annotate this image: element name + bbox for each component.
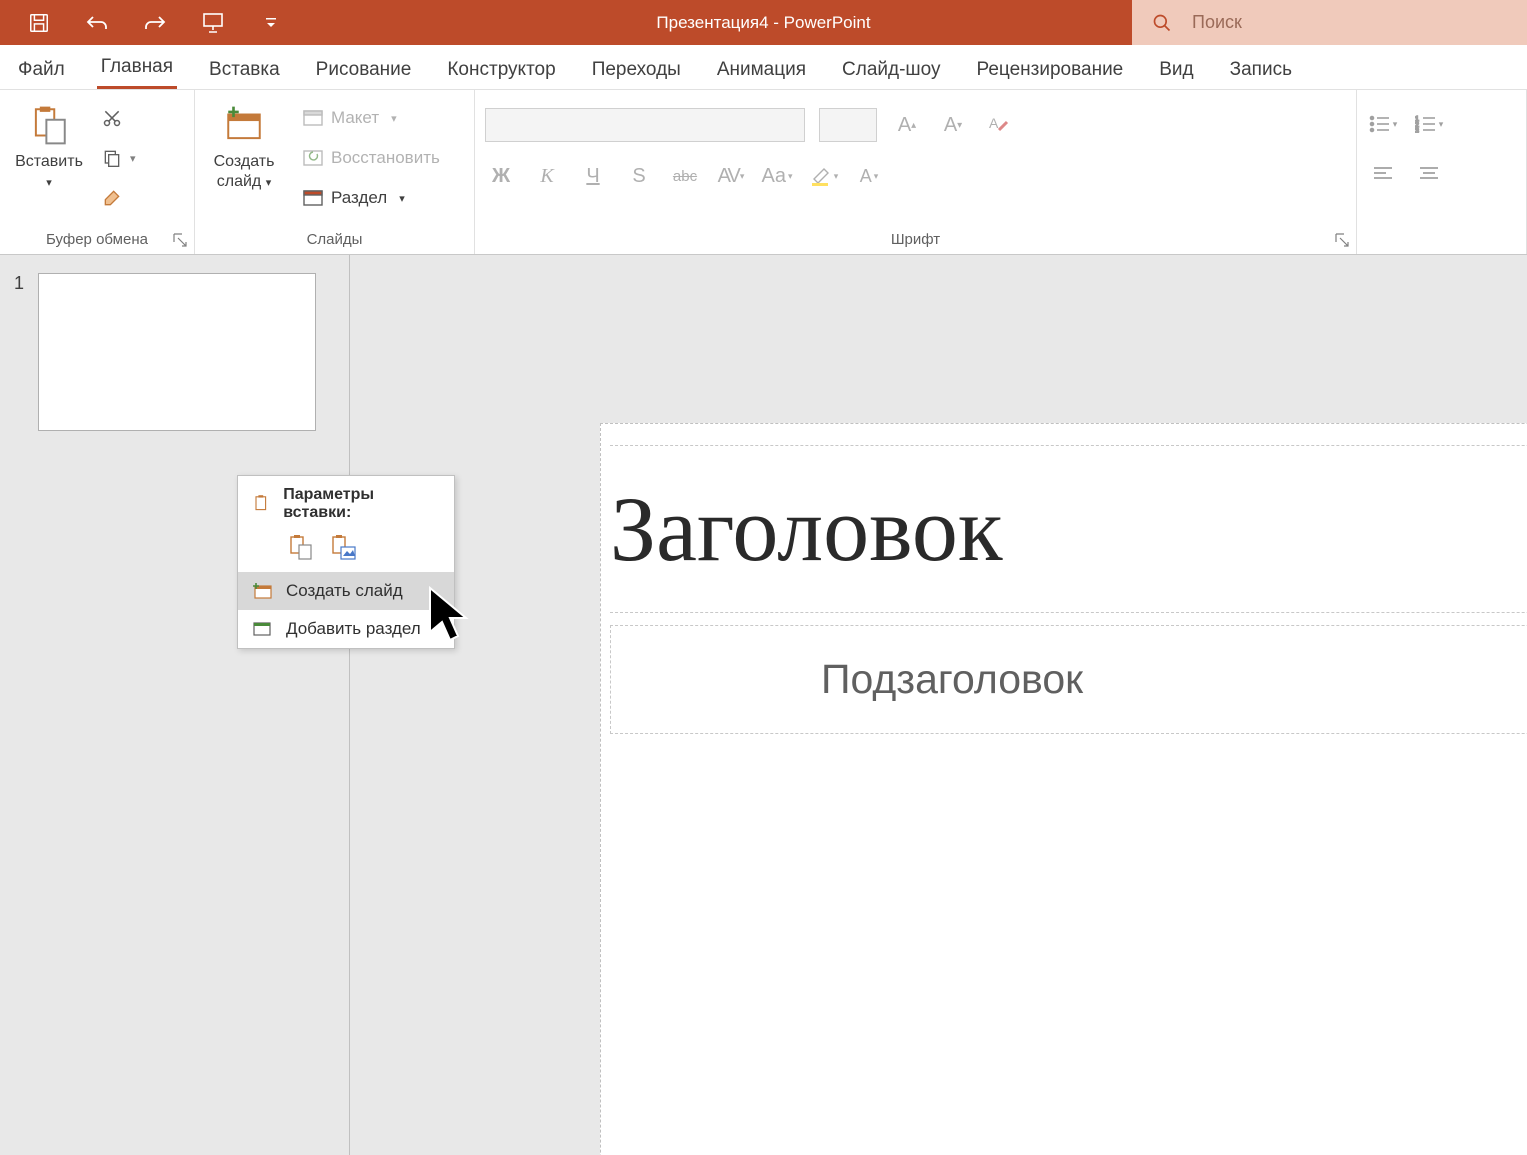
context-menu: Параметры вставки: Создать слайд Добавит… (237, 475, 455, 649)
search-input[interactable] (1192, 12, 1492, 33)
shadow-button[interactable]: S (623, 160, 655, 192)
tab-insert[interactable]: Вставка (205, 49, 284, 89)
brush-icon (102, 188, 122, 208)
align-center-icon (1419, 166, 1439, 182)
tab-slideshow[interactable]: Слайд-шоу (838, 49, 945, 89)
numbering-button[interactable]: 123▾ (1413, 108, 1445, 140)
new-slide-button[interactable]: Создать слайд ▾ (205, 96, 283, 192)
group-label: Слайды (205, 228, 464, 252)
bullets-icon (1369, 115, 1391, 133)
context-add-section[interactable]: Добавить раздел (238, 610, 454, 648)
change-case-button[interactable]: Aa▾ (761, 160, 793, 192)
group-label: Буфер обмена (10, 228, 184, 252)
quick-access-toolbar (0, 8, 286, 38)
font-name-select[interactable] (485, 108, 805, 142)
slide-number: 1 (14, 273, 24, 431)
font-color-button[interactable]: A▾ (853, 160, 885, 192)
highlight-button[interactable]: ▾ (807, 160, 839, 192)
new-slide-icon (223, 104, 265, 146)
copy-icon (102, 148, 122, 168)
tab-draw[interactable]: Рисование (312, 49, 416, 89)
section-icon (303, 190, 323, 206)
clear-format-button[interactable]: A (983, 109, 1015, 141)
undo-icon[interactable] (82, 8, 112, 38)
thumbnail-row[interactable]: 1 (14, 273, 335, 431)
align-center-button[interactable] (1413, 158, 1445, 190)
slide-thumbnails-panel[interactable]: 1 (0, 255, 350, 1155)
ribbon: Вставить▾ ▾ Буфер обмена Созд (0, 90, 1527, 255)
underline-button[interactable]: Ч (577, 160, 609, 192)
char-spacing-button[interactable]: AV▾ (715, 160, 747, 192)
paste-option-picture[interactable] (330, 534, 358, 562)
decrease-font-button[interactable]: A▾ (937, 109, 969, 141)
reset-button[interactable]: Восстановить (297, 142, 446, 174)
font-size-select[interactable] (819, 108, 877, 142)
align-left-icon (1373, 166, 1393, 182)
search-icon (1152, 13, 1172, 33)
scissors-icon (102, 108, 122, 128)
title-bar: Презентация4 - PowerPoint (0, 0, 1527, 45)
tab-file[interactable]: Файл (14, 49, 69, 89)
italic-button[interactable]: К (531, 160, 563, 192)
group-font: A▴ A▾ A Ж К Ч S abc AV▾ Aa▾ ▾ A▾ (475, 90, 1357, 254)
layout-icon (303, 110, 323, 126)
workspace: 1 Заголовок Подзаголовок (0, 255, 1527, 1155)
dialog-launcher-icon[interactable] (1334, 232, 1350, 248)
context-header: Параметры вставки: (238, 476, 454, 528)
ribbon-tabs: Файл Главная Вставка Рисование Конструкт… (0, 45, 1527, 90)
cut-button[interactable] (96, 102, 142, 134)
svg-text:3: 3 (1415, 128, 1419, 133)
bold-button[interactable]: Ж (485, 160, 517, 192)
section-icon (252, 620, 272, 638)
redo-icon[interactable] (140, 8, 170, 38)
dialog-launcher-icon[interactable] (172, 232, 188, 248)
highlight-icon (808, 165, 832, 187)
tab-home[interactable]: Главная (97, 46, 177, 89)
tab-view[interactable]: Вид (1155, 49, 1197, 89)
format-painter-button[interactable] (96, 182, 142, 214)
paste-options-icon (252, 494, 271, 514)
group-label: Шрифт (485, 228, 1346, 252)
bullets-button[interactable]: ▾ (1367, 108, 1399, 140)
group-clipboard: Вставить▾ ▾ Буфер обмена (0, 90, 195, 254)
increase-font-button[interactable]: A▴ (891, 109, 923, 141)
slide-subtitle-placeholder[interactable]: Подзаголовок (610, 625, 1527, 734)
slide-title-placeholder[interactable]: Заголовок (610, 445, 1527, 613)
new-slide-icon (252, 582, 272, 600)
layout-button[interactable]: Макет ▾ (297, 102, 446, 134)
tab-animations[interactable]: Анимация (713, 49, 810, 89)
slideshow-icon[interactable] (198, 8, 228, 38)
paste-label: Вставить (15, 153, 83, 170)
save-icon[interactable] (24, 8, 54, 38)
slide-thumbnail[interactable] (38, 273, 316, 431)
reset-icon (303, 150, 323, 166)
paste-button[interactable]: Вставить▾ (10, 96, 88, 192)
tab-design[interactable]: Конструктор (443, 49, 559, 89)
tab-review[interactable]: Рецензирование (973, 49, 1128, 89)
section-button[interactable]: Раздел ▾ (297, 182, 446, 214)
document-title: Презентация4 - PowerPoint (656, 13, 870, 33)
svg-text:A: A (989, 115, 999, 131)
copy-button[interactable]: ▾ (96, 142, 142, 174)
search-box[interactable] (1132, 0, 1527, 45)
qat-more-icon[interactable] (256, 8, 286, 38)
group-slides: Создать слайд ▾ Макет ▾ Восстановить Раз… (195, 90, 475, 254)
paste-icon (28, 104, 70, 146)
tab-transitions[interactable]: Переходы (588, 49, 685, 89)
numbering-icon: 123 (1415, 115, 1437, 133)
tab-record[interactable]: Запись (1226, 49, 1296, 89)
group-paragraph: ▾ 123▾ (1357, 90, 1527, 254)
context-new-slide[interactable]: Создать слайд (238, 572, 454, 610)
eraser-icon: A (987, 114, 1011, 136)
align-left-button[interactable] (1367, 158, 1399, 190)
slide-canvas[interactable]: Заголовок Подзаголовок (350, 255, 1527, 1155)
paste-option-theme[interactable] (288, 534, 316, 562)
strike-button[interactable]: abc (669, 160, 701, 192)
